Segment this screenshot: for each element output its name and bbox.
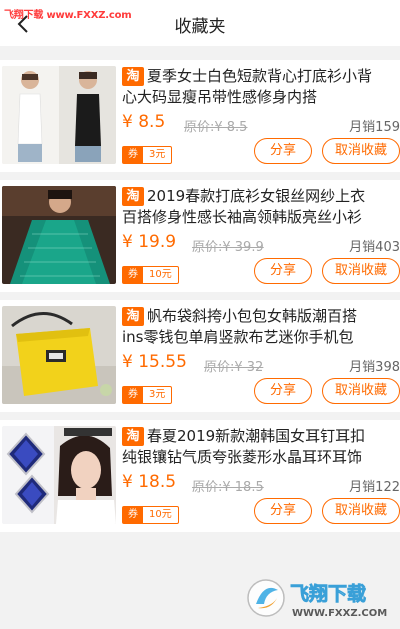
cancel-favorite-button[interactable]: 取消收藏 bbox=[322, 498, 400, 524]
product-title-line1: 2019春款打底衫女银丝网纱上衣 bbox=[147, 187, 366, 205]
coupon-badge: 券 3元 bbox=[122, 146, 173, 164]
product-price: ¥ 19.9 bbox=[122, 232, 177, 252]
product-price: ¥ 18.5 bbox=[122, 472, 177, 492]
coupon-label: 券 bbox=[123, 507, 143, 523]
favorite-item[interactable]: 淘 2019春款打底衫女银丝网纱上衣 百搭修身性感长袖高领韩版亮丝小衫 ¥ 19.… bbox=[0, 180, 400, 292]
share-button[interactable]: 分享 bbox=[254, 258, 312, 284]
product-image[interactable] bbox=[2, 426, 116, 524]
favorite-item[interactable]: 淘春夏2019新款潮韩国女耳钉耳扣 纯银镶钻气质夸张菱形水晶耳环耳饰 ¥ 18.… bbox=[0, 420, 400, 532]
taobao-badge: 淘 bbox=[122, 307, 144, 326]
monthly-sales: 月销122 bbox=[349, 480, 400, 495]
share-button[interactable]: 分享 bbox=[254, 378, 312, 404]
favorite-item[interactable]: 淘帆布袋斜挎小包包女韩版潮百搭 ins零钱包单肩竖款布艺迷你手机包 ¥ 15.5… bbox=[0, 300, 400, 412]
monthly-sales: 月销398 bbox=[349, 360, 400, 375]
original-price: 原价:¥ 39.9 bbox=[192, 240, 264, 255]
coupon-label: 券 bbox=[123, 387, 143, 403]
header-bar: 飞翔下载 www.FXXZ.com 收藏夹 bbox=[0, 0, 400, 46]
cancel-favorite-button[interactable]: 取消收藏 bbox=[322, 138, 400, 164]
page-title: 收藏夹 bbox=[174, 17, 226, 37]
favorite-item[interactable]: 淘夏季女士白色短款背心打底衫小背 心大码显瘦吊带性感修身内搭 ¥ 8.5 原价:… bbox=[0, 60, 400, 172]
taobao-badge: 淘 bbox=[122, 67, 144, 86]
product-title-line1: 帆布袋斜挎小包包女韩版潮百搭 bbox=[147, 307, 358, 325]
share-button[interactable]: 分享 bbox=[254, 498, 312, 524]
coupon-value: 3元 bbox=[149, 389, 166, 400]
product-price: ¥ 8.5 bbox=[122, 112, 166, 132]
watermark-brand: 飞翔下载 bbox=[290, 582, 366, 605]
product-title-line2: 心大码显瘦吊带性感修身内搭 bbox=[122, 88, 318, 106]
taobao-badge: 淘 bbox=[122, 427, 144, 446]
product-title-line2: ins零钱包单肩竖款布艺迷你手机包 bbox=[122, 328, 354, 346]
coupon-value: 3元 bbox=[149, 149, 166, 160]
cancel-favorite-button[interactable]: 取消收藏 bbox=[322, 258, 400, 284]
coupon-badge: 券 10元 bbox=[122, 506, 179, 524]
product-image[interactable] bbox=[2, 66, 116, 164]
coupon-value: 10元 bbox=[149, 509, 172, 520]
product-price: ¥ 15.55 bbox=[122, 352, 187, 372]
coupon-label: 券 bbox=[123, 147, 143, 163]
product-title-line2: 纯银镶钻气质夸张菱形水晶耳环耳饰 bbox=[122, 448, 363, 466]
product-title-line1: 夏季女士白色短款背心打底衫小背 bbox=[147, 67, 373, 85]
coupon-label: 券 bbox=[123, 267, 143, 283]
coupon-badge: 券 3元 bbox=[122, 386, 173, 404]
coupon-badge: 券 10元 bbox=[122, 266, 179, 284]
taobao-badge: 淘 bbox=[122, 187, 144, 206]
original-price: 原价:¥ 18.5 bbox=[192, 480, 264, 495]
cancel-favorite-button[interactable]: 取消收藏 bbox=[322, 378, 400, 404]
watermark-url: WWW.FXXZ.COM bbox=[292, 608, 387, 619]
product-title-line1: 春夏2019新款潮韩国女耳钉耳扣 bbox=[147, 427, 366, 445]
coupon-value: 10元 bbox=[149, 269, 172, 280]
watermark-logo: 飞翔下载 WWW.FXXZ.COM bbox=[244, 574, 400, 622]
product-image[interactable] bbox=[2, 186, 116, 284]
monthly-sales: 月销159 bbox=[349, 120, 400, 135]
share-button[interactable]: 分享 bbox=[254, 138, 312, 164]
product-image[interactable] bbox=[2, 306, 116, 404]
monthly-sales: 月销403 bbox=[349, 240, 400, 255]
original-price: 原价:¥ 32 bbox=[204, 360, 264, 375]
product-title-line2: 百搭修身性感长袖高领韩版亮丝小衫 bbox=[122, 208, 363, 226]
original-price: 原价:¥ 8.5 bbox=[184, 120, 248, 135]
